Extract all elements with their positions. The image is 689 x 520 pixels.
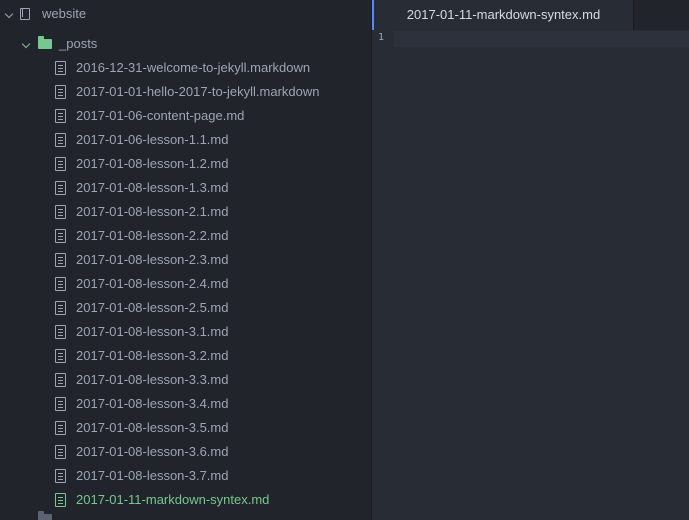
file-item[interactable]: 2017-01-08-lesson-2.5.md <box>0 296 371 320</box>
tree-folder-label: _posts <box>59 36 98 51</box>
editor-current-line[interactable] <box>394 31 689 47</box>
tab-title: 2017-01-11-markdown-syntex.md <box>406 7 601 22</box>
file-item-label: 2017-01-08-lesson-3.6.md <box>76 444 229 459</box>
file-item[interactable]: 2017-01-08-lesson-3.1.md <box>0 320 371 344</box>
file-item-label: 2017-01-08-lesson-3.2.md <box>76 348 229 363</box>
atom-window: website _posts 2016-12-31-welcome-to-jek… <box>0 0 689 520</box>
folder-icon <box>38 511 52 520</box>
file-text-icon <box>55 421 66 435</box>
file-item-label: 2017-01-08-lesson-2.3.md <box>76 252 229 267</box>
file-text-icon <box>55 301 66 315</box>
file-item[interactable]: 2017-01-08-lesson-3.7.md <box>0 464 371 488</box>
file-text-icon <box>55 157 66 171</box>
file-text-icon <box>55 493 66 507</box>
file-item-label: 2017-01-08-lesson-1.3.md <box>76 180 229 195</box>
repo-icon <box>20 8 30 20</box>
file-item-label: 2017-01-01-hello-2017-to-jekyll.markdown <box>76 84 320 99</box>
file-item-label: 2017-01-08-lesson-3.1.md <box>76 324 229 339</box>
file-item-label: 2016-12-31-welcome-to-jekyll.markdown <box>76 60 311 75</box>
file-text-icon <box>55 349 66 363</box>
file-text-icon <box>55 445 66 459</box>
file-text-icon <box>55 109 66 123</box>
file-item[interactable]: 2017-01-08-lesson-1.3.md <box>0 176 371 200</box>
file-text-icon <box>55 133 66 147</box>
file-text-icon <box>55 397 66 411</box>
file-item[interactable]: 2017-01-08-lesson-1.2.md <box>0 152 371 176</box>
file-item-label: 2017-01-08-lesson-3.7.md <box>76 468 229 483</box>
file-item[interactable]: 2017-01-08-lesson-2.1.md <box>0 200 371 224</box>
tree-folder-posts[interactable]: _posts <box>0 32 371 56</box>
chevron-down-icon[interactable] <box>21 39 31 49</box>
file-item-label: 2017-01-08-lesson-1.2.md <box>76 156 229 171</box>
file-item-label: 2017-01-08-lesson-3.3.md <box>76 372 229 387</box>
file-item[interactable]: 2017-01-08-lesson-2.4.md <box>0 272 371 296</box>
file-item-label: 2017-01-08-lesson-3.4.md <box>76 396 229 411</box>
file-text-icon <box>55 253 66 267</box>
file-item[interactable]: 2017-01-08-lesson-3.5.md <box>0 416 371 440</box>
file-item-label: 2017-01-08-lesson-3.5.md <box>76 420 229 435</box>
file-text-icon <box>55 181 66 195</box>
editor-pane: 2017-01-11-markdown-syntex.md 1 <box>372 0 689 520</box>
file-item-label: 2017-01-06-lesson-1.1.md <box>76 132 229 147</box>
file-text-icon <box>55 373 66 387</box>
file-item[interactable]: 2017-01-08-lesson-2.3.md <box>0 248 371 272</box>
tree-root-website[interactable]: website <box>0 2 371 26</box>
file-item-label: 2017-01-08-lesson-2.5.md <box>76 300 229 315</box>
chevron-down-icon[interactable] <box>4 9 14 19</box>
file-item-label: 2017-01-06-content-page.md <box>76 108 245 123</box>
file-text-icon <box>55 61 66 75</box>
line-number: 1 <box>377 32 384 43</box>
file-item[interactable]: 2017-01-08-lesson-3.3.md <box>0 368 371 392</box>
tree-root-label: website <box>42 6 87 21</box>
folder-icon <box>38 36 52 49</box>
file-item-label: 2017-01-08-lesson-2.2.md <box>76 228 229 243</box>
file-item[interactable]: 2017-01-08-lesson-3.2.md <box>0 344 371 368</box>
file-item[interactable]: 2017-01-08-lesson-3.4.md <box>0 392 371 416</box>
file-item[interactable]: 2017-01-08-lesson-2.2.md <box>0 224 371 248</box>
line-gutter: 1 <box>372 30 394 520</box>
file-text-icon <box>55 325 66 339</box>
file-item[interactable]: 2017-01-01-hello-2017-to-jekyll.markdown <box>0 80 371 104</box>
file-text-icon <box>55 205 66 219</box>
file-text-icon <box>55 229 66 243</box>
file-item[interactable]: 2017-01-08-lesson-3.6.md <box>0 440 371 464</box>
tab-bar: 2017-01-11-markdown-syntex.md <box>372 0 689 30</box>
file-text-icon <box>55 469 66 483</box>
file-item[interactable]: 2017-01-06-content-page.md <box>0 104 371 128</box>
file-item[interactable]: 2017-01-06-lesson-1.1.md <box>0 128 371 152</box>
tree-view: website _posts 2016-12-31-welcome-to-jek… <box>0 0 371 520</box>
tab-markdown-syntex[interactable]: 2017-01-11-markdown-syntex.md <box>372 0 634 30</box>
tree-partial-row[interactable] <box>0 508 371 520</box>
file-item-label: 2017-01-08-lesson-2.1.md <box>76 204 229 219</box>
file-item-label: 2017-01-08-lesson-2.4.md <box>76 276 229 291</box>
file-text-icon <box>55 277 66 291</box>
file-text-icon <box>55 85 66 99</box>
file-item[interactable]: 2016-12-31-welcome-to-jekyll.markdown <box>0 56 371 80</box>
